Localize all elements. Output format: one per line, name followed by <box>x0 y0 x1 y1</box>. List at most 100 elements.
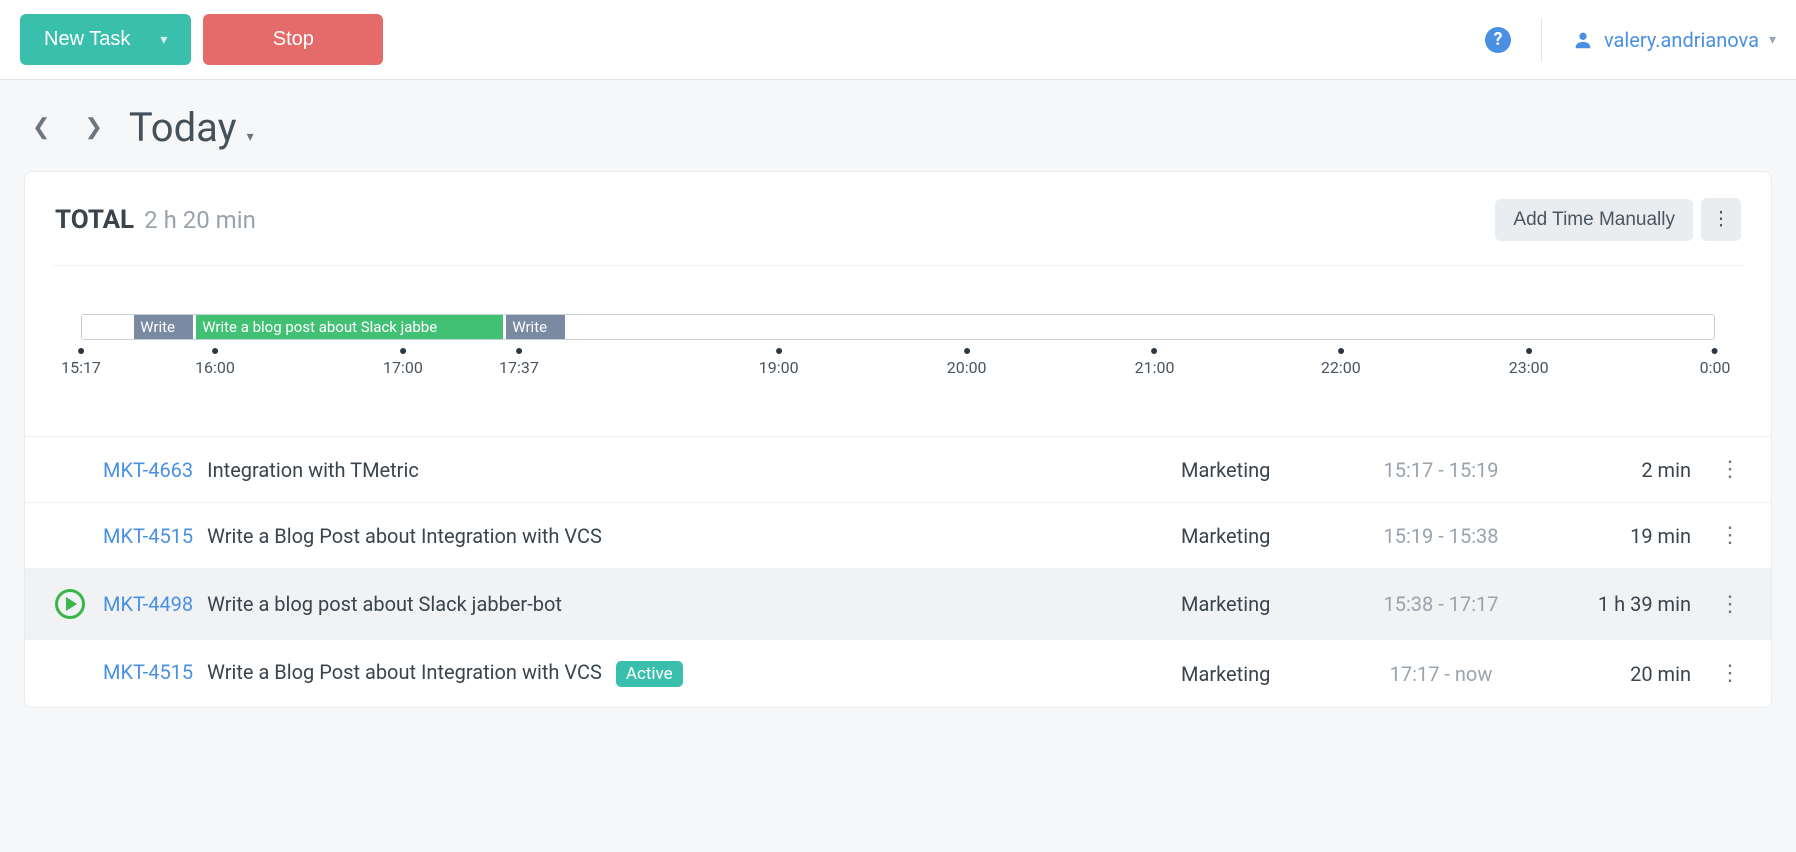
entry-menu-button[interactable] <box>1691 661 1741 686</box>
new-task-button[interactable]: New Task ▾ <box>20 14 191 65</box>
divider <box>53 265 1743 266</box>
entry-menu-button[interactable] <box>1691 592 1741 617</box>
entry-menu-button[interactable] <box>1691 523 1741 548</box>
tick-label: 23:00 <box>1509 358 1549 377</box>
play-icon <box>66 597 77 611</box>
more-icon <box>1712 209 1731 230</box>
tick-dot <box>1152 348 1158 354</box>
chevron-down-icon: ▾ <box>247 129 254 145</box>
ticket-link[interactable]: MKT-4663 <box>103 458 193 482</box>
more-icon <box>1719 457 1741 482</box>
date-nav: ❮ ❯ Today ▾ <box>24 104 1772 151</box>
timeline-tick: 17:00 <box>383 348 423 377</box>
entry-duration: 2 min <box>1541 458 1691 482</box>
time-entry-row[interactable]: MKT-4663 Integration with TMetric Marketin… <box>25 436 1771 502</box>
timeline-block[interactable] <box>82 315 131 339</box>
stop-button[interactable]: Stop <box>203 14 383 65</box>
new-task-label: New Task <box>44 28 130 51</box>
entry-duration: 19 min <box>1541 524 1691 548</box>
timeline-block[interactable]: Write a blog post about Slack jabbe <box>196 315 503 339</box>
timeline: WriteWrite a blog post about Slack jabbe… <box>53 306 1743 396</box>
time-card: TOTAL 2 h 20 min Add Time Manually Write… <box>24 171 1772 708</box>
card-header: TOTAL 2 h 20 min Add Time Manually <box>25 172 1771 255</box>
help-icon[interactable]: ? <box>1485 27 1511 53</box>
tick-dot <box>964 348 970 354</box>
play-column <box>55 589 103 619</box>
tick-label: 17:37 <box>499 358 539 377</box>
next-day-button[interactable]: ❯ <box>76 109 110 146</box>
total-value: 2 h 20 min <box>144 206 256 234</box>
tick-label: 17:00 <box>383 358 423 377</box>
divider <box>1541 18 1542 62</box>
user-menu[interactable]: valery.andrianova ▾ <box>1572 28 1776 52</box>
more-icon <box>1719 523 1741 548</box>
time-entry-row[interactable]: MKT-4515 Write a Blog Post about Integrat… <box>25 639 1771 707</box>
timeline-block[interactable]: Write <box>134 315 193 339</box>
topbar: New Task ▾ Stop ? valery.andrianova ▾ <box>0 0 1796 80</box>
more-icon <box>1719 661 1741 686</box>
tick-label: 0:00 <box>1700 358 1731 377</box>
tick-dot <box>78 348 84 354</box>
total-label: TOTAL <box>55 205 134 235</box>
entry-main: MKT-4515 Write a Blog Post about Integrat… <box>103 660 683 687</box>
tick-dot <box>1712 348 1718 354</box>
status-badge: Active <box>616 661 683 687</box>
chevron-down-icon: ▾ <box>1769 32 1776 48</box>
tick-dot <box>776 348 782 354</box>
tick-dot <box>1526 348 1532 354</box>
ticket-link[interactable]: MKT-4498 <box>103 592 193 616</box>
entry-duration: 1 h 39 min <box>1541 592 1691 616</box>
timeline-tick: 19:00 <box>759 348 799 377</box>
more-icon <box>1719 592 1741 617</box>
tick-label: 15:17 <box>61 358 101 377</box>
chevron-down-icon: ▾ <box>160 31 167 48</box>
entry-project: Marketing <box>1181 662 1341 686</box>
entry-time-range: 15:38 - 17:17 <box>1341 592 1541 616</box>
entry-duration: 20 min <box>1541 662 1691 686</box>
entry-description: Write a Blog Post about Integration with… <box>207 660 602 684</box>
date-title: Today <box>129 104 237 151</box>
entry-menu-button[interactable] <box>1691 457 1741 482</box>
timeline-block[interactable]: Write <box>506 315 565 339</box>
timeline-tick: 15:17 <box>61 348 101 377</box>
time-entry-row[interactable]: MKT-4498 Write a blog post about Slack ja… <box>25 568 1771 639</box>
entry-description: Write a Blog Post about Integration with… <box>207 524 602 548</box>
time-entry-row[interactable]: MKT-4515 Write a Blog Post about Integrat… <box>25 502 1771 568</box>
timeline-axis: 15:1716:0017:0017:3719:0020:0021:0022:00… <box>81 348 1715 378</box>
date-picker[interactable]: Today ▾ <box>129 104 254 151</box>
tick-dot <box>516 348 522 354</box>
timeline-tick: 23:00 <box>1509 348 1549 377</box>
timeline-tick: 22:00 <box>1321 348 1361 377</box>
tick-label: 20:00 <box>947 358 987 377</box>
timeline-tick: 0:00 <box>1700 348 1731 377</box>
entry-main: MKT-4663 Integration with TMetric <box>103 458 419 482</box>
entry-description: Integration with TMetric <box>207 458 419 482</box>
prev-day-button[interactable]: ❮ <box>24 109 58 146</box>
tick-label: 16:00 <box>195 358 235 377</box>
entry-project: Marketing <box>1181 592 1341 616</box>
entry-project: Marketing <box>1181 524 1341 548</box>
tick-label: 22:00 <box>1321 358 1361 377</box>
entry-time-range: 17:17 - now <box>1341 662 1541 686</box>
entry-main: MKT-4515 Write a Blog Post about Integrat… <box>103 524 602 548</box>
timeline-tick: 17:37 <box>499 348 539 377</box>
timeline-tick: 20:00 <box>947 348 987 377</box>
tick-dot <box>1338 348 1344 354</box>
timeline-tick: 21:00 <box>1135 348 1175 377</box>
add-time-manually-button[interactable]: Add Time Manually <box>1495 199 1693 241</box>
entries-list: MKT-4663 Integration with TMetric Marketin… <box>25 436 1771 707</box>
tick-label: 21:00 <box>1135 358 1175 377</box>
timeline-track[interactable]: WriteWrite a blog post about Slack jabbe… <box>81 314 1715 340</box>
tick-label: 19:00 <box>759 358 799 377</box>
more-menu-button[interactable] <box>1701 198 1741 241</box>
user-icon <box>1572 29 1594 51</box>
tick-dot <box>400 348 406 354</box>
ticket-link[interactable]: MKT-4515 <box>103 660 193 684</box>
entry-time-range: 15:17 - 15:19 <box>1341 458 1541 482</box>
entry-description: Write a blog post about Slack jabber-bot <box>207 592 562 616</box>
timeline-tick: 16:00 <box>195 348 235 377</box>
play-button[interactable] <box>55 589 85 619</box>
entry-project: Marketing <box>1181 458 1341 482</box>
user-name: valery.andrianova <box>1604 28 1759 52</box>
ticket-link[interactable]: MKT-4515 <box>103 524 193 548</box>
